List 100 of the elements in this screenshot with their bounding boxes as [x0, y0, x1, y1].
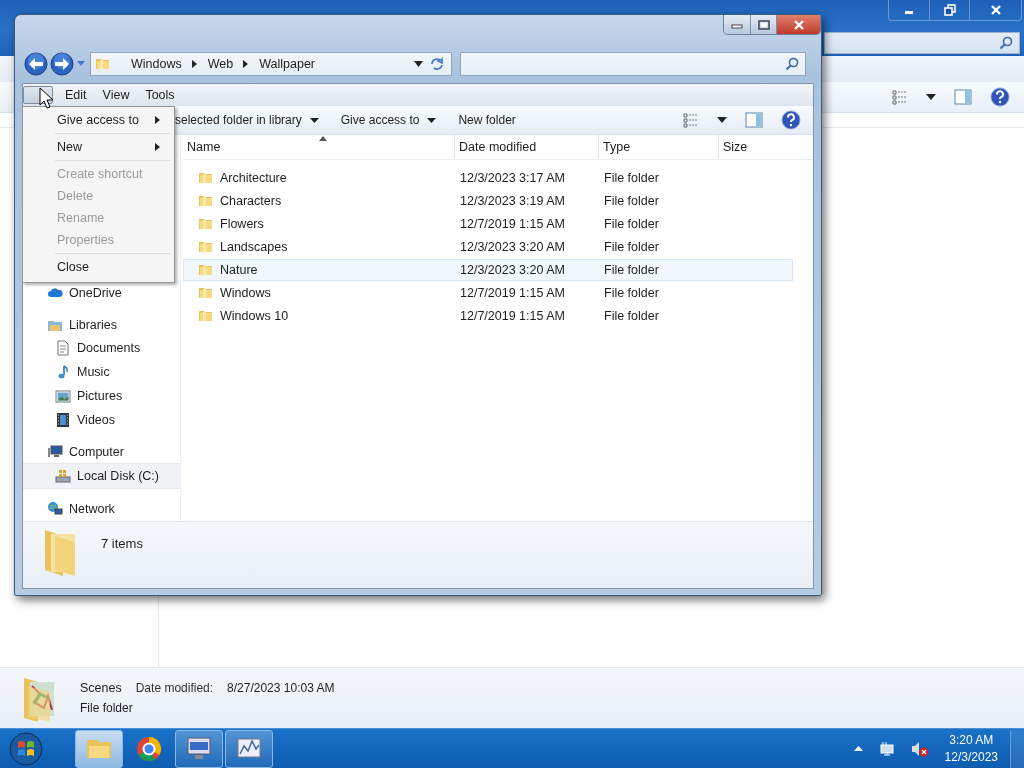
file-type: File folder [603, 240, 660, 254]
toolbar-button[interactable]: Give access to [340, 108, 437, 132]
film-icon [55, 411, 71, 428]
drive-icon [55, 468, 71, 485]
toolbar-button[interactable]: selected folder in library [175, 108, 319, 132]
nav-item[interactable]: Videos [23, 407, 180, 432]
search-field[interactable] [460, 52, 806, 76]
file-type: File folder [603, 171, 660, 185]
submenu-arrow-icon [155, 143, 160, 151]
file-type: File folder [603, 217, 660, 231]
show-hidden-icons-button[interactable] [853, 746, 863, 751]
taskbar-button[interactable] [175, 729, 223, 768]
maximize-button[interactable] [750, 15, 776, 34]
file-row[interactable]: Characters 12/3/2023 3:19 AM File folder [183, 190, 793, 212]
view-options-icon[interactable] [683, 112, 699, 128]
folder-icon [198, 216, 214, 232]
file-type: File folder [603, 194, 660, 208]
document-icon [55, 340, 71, 357]
column-header[interactable]: Size [719, 135, 813, 159]
close-button[interactable] [776, 15, 820, 34]
taskbar-button[interactable] [75, 729, 123, 768]
column-header[interactable]: Name [183, 135, 455, 159]
clock[interactable]: 3:20 AM 12/3/2023 [944, 731, 998, 766]
breadcrumb-link[interactable]: Windows [131, 57, 182, 71]
nav-item[interactable]: Network [23, 497, 180, 522]
refresh-icon[interactable] [429, 56, 445, 72]
file-name: Architecture [220, 171, 287, 185]
nav-item[interactable]: Music [23, 360, 180, 385]
folder-icon [198, 285, 214, 301]
file-name: Windows 10 [220, 309, 289, 323]
item-name: Scenes [80, 681, 122, 695]
taskbar-button[interactable] [225, 729, 273, 768]
breadcrumb-link[interactable]: Wallpaper [259, 57, 315, 71]
file-type: File folder [603, 286, 660, 300]
file-date: 12/3/2023 3:20 AM [459, 240, 566, 254]
view-options-icon[interactable] [892, 89, 908, 105]
toolbar-button[interactable]: New folder [458, 108, 516, 132]
folder-icon [198, 239, 214, 255]
forward-button[interactable] [50, 52, 74, 76]
nav-item[interactable]: Computer [23, 439, 180, 464]
menu-item[interactable]: Give access to [25, 109, 172, 131]
file-row[interactable]: Architecture 12/3/2023 3:17 AM File folder [183, 167, 793, 189]
file-date: 12/3/2023 3:17 AM [459, 171, 566, 185]
file-date: 12/7/2019 1:15 AM [459, 286, 566, 300]
close-icon[interactable] [989, 4, 1002, 16]
sort-arrow-icon [318, 136, 327, 141]
file-name: Windows [220, 286, 271, 300]
menu-item[interactable]: Tools [137, 85, 183, 105]
file-name: Characters [220, 194, 282, 208]
menu-item[interactable]: View [94, 85, 138, 105]
item-type: File folder [80, 701, 134, 715]
caret-icon[interactable] [717, 117, 727, 123]
file-name: Nature [220, 263, 258, 277]
folder-icon [198, 308, 214, 324]
file-name: Flowers [220, 217, 264, 231]
file-row[interactable]: Windows 12/7/2019 1:15 AM File folder [183, 282, 793, 304]
chevron-icon[interactable] [191, 60, 198, 68]
column-header[interactable]: Type [599, 135, 719, 159]
file-row[interactable]: Windows 10 12/7/2019 1:15 AM File folder [183, 305, 793, 327]
caret-icon[interactable] [926, 94, 936, 100]
nav-item[interactable]: Documents [23, 336, 180, 361]
column-header[interactable]: Date modified [455, 135, 599, 159]
menu-item[interactable]: New [25, 136, 172, 158]
back-button[interactable] [24, 52, 48, 76]
caret-icon [427, 117, 437, 123]
maximize-icon[interactable] [757, 19, 770, 30]
nav-item[interactable]: Pictures [23, 384, 180, 408]
search-field[interactable] [824, 32, 1020, 54]
item-count: 7 items [101, 536, 143, 551]
picture-icon [55, 388, 71, 404]
nav-item[interactable]: OneDrive [23, 281, 180, 305]
muted-speaker-icon[interactable] [910, 740, 929, 757]
menu-item[interactable]: Edit [57, 85, 95, 105]
file-row[interactable]: Flowers 12/7/2019 1:15 AM File folder [183, 213, 793, 235]
address-bar[interactable]: Windows Web Wallpaper [90, 52, 452, 76]
folder-icon [95, 56, 111, 72]
network-icon [47, 501, 63, 518]
close-icon[interactable] [792, 19, 805, 30]
search-icon [785, 57, 799, 71]
file-row[interactable]: Landscapes 12/3/2023 3:20 AM File folder [183, 236, 793, 258]
chevron-icon[interactable] [243, 60, 250, 68]
nav-item[interactable]: Libraries [23, 312, 180, 337]
file-type: File folder [603, 309, 660, 323]
submenu-arrow-icon [155, 116, 160, 124]
file-date: 12/3/2023 3:20 AM [459, 263, 566, 277]
menu-item[interactable]: Close [25, 256, 172, 278]
date-label: Date modified: [135, 681, 214, 695]
file-row[interactable]: Nature 12/3/2023 3:20 AM File folder [183, 259, 793, 281]
network-status-icon[interactable] [878, 740, 895, 757]
start-button[interactable] [9, 731, 43, 766]
nav-item[interactable]: Local Disk (C:) [23, 463, 180, 490]
minimize-button[interactable] [724, 15, 750, 34]
help-icon[interactable] [781, 110, 801, 130]
restore-icon[interactable] [943, 4, 956, 16]
breadcrumb-link[interactable]: Web [207, 57, 234, 71]
folder-icon [198, 170, 214, 186]
caret-icon[interactable] [414, 61, 423, 67]
folder-icon [198, 193, 214, 209]
help-icon[interactable] [990, 87, 1010, 107]
file-date: 12/3/2023 3:19 AM [459, 194, 566, 208]
